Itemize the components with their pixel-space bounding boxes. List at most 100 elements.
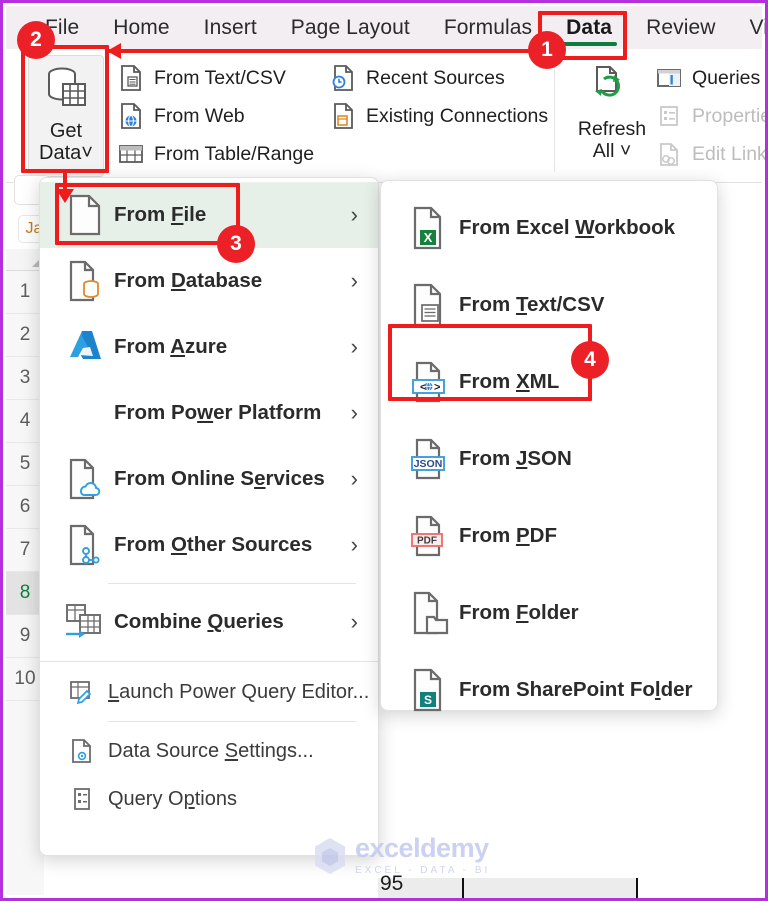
menu-item-from-azure-label: From Azure <box>114 335 228 358</box>
menu-item-from-folder[interactable]: From Folder <box>381 574 717 651</box>
menu-item-query-options[interactable]: Query Options <box>40 775 378 823</box>
menu-item-combine-queries[interactable]: Combine Queries › <box>40 589 378 655</box>
chevron-right-icon: › <box>350 466 358 491</box>
menu-item-from-excel-workbook[interactable]: X From Excel Workbook <box>381 189 717 266</box>
menu-item-from-other-sources[interactable]: From Other Sources › <box>40 512 378 578</box>
menu-item-from-sharepoint-folder-label: From SharePoint Folder <box>459 677 693 701</box>
chevron-down-icon: ˅ <box>81 142 93 165</box>
existing-connections-command[interactable]: Existing Connections <box>328 97 548 135</box>
tab-view[interactable]: Vie <box>733 15 768 40</box>
menu-item-from-text-csv[interactable]: From Text/CSV <box>381 266 717 343</box>
excel-workbook-icon: X <box>407 206 453 250</box>
menu-item-from-file[interactable]: From File › <box>40 182 378 248</box>
combine-queries-icon <box>62 601 108 643</box>
text-csv-file-icon <box>407 283 453 327</box>
web-globe-file-icon <box>116 101 146 131</box>
menu-item-from-file-label: From File <box>114 203 207 226</box>
ribbon-column-queries: Queries & Properties Edit Links <box>654 59 765 173</box>
refresh-all-label-line1: Refresh <box>577 118 647 140</box>
text-csv-file-icon <box>116 63 146 93</box>
watermark-name: exceldemy <box>355 833 489 863</box>
menu-item-data-source-settings[interactable]: Data Source Settings... <box>40 727 378 775</box>
menu-item-from-database-label: From Database <box>114 269 263 292</box>
file-cloud-icon <box>62 458 108 500</box>
menu-item-from-xml[interactable]: < > From XML <box>381 343 717 420</box>
tab-data[interactable]: Data <box>549 16 629 46</box>
chevron-right-icon: › <box>350 334 358 359</box>
svg-text:X: X <box>424 230 433 245</box>
menu-item-launch-power-query-editor[interactable]: Launch Power Query Editor... <box>40 668 378 716</box>
chevron-right-icon: › <box>350 268 358 293</box>
get-data-label-line2: Data˅ <box>39 142 93 165</box>
xml-file-icon: < > <box>407 360 453 404</box>
get-data-dropdown-menu: From File › From Database › From Azure ›… <box>39 177 379 856</box>
tab-formulas-label: Formulas <box>443 15 533 39</box>
recent-sources-label: Recent Sources <box>366 66 505 89</box>
from-web-command[interactable]: From Web <box>116 97 314 135</box>
tab-home[interactable]: Home <box>96 16 186 40</box>
excel-window: File Home Insert Page Layout Formulas Da… <box>0 0 768 901</box>
chevron-down-icon: ˅ <box>619 140 632 163</box>
menu-item-from-azure[interactable]: From Azure › <box>40 314 378 380</box>
from-text-csv-label: From Text/CSV <box>154 66 286 89</box>
menu-item-from-xml-label: From XML <box>459 369 560 393</box>
recent-sources-command[interactable]: Recent Sources <box>328 59 548 97</box>
queries-and-connections-label: Queries & <box>692 66 765 89</box>
ribbon-group-divider-1 <box>554 57 555 172</box>
get-data-button[interactable]: Get Data˅ <box>28 55 104 177</box>
tab-page-layout-label: Page Layout <box>290 15 410 39</box>
refresh-all-icon <box>586 63 638 118</box>
properties-command[interactable]: Properties <box>654 97 765 135</box>
tab-view-label: Vie <box>749 15 768 39</box>
json-file-icon: JSON <box>407 437 453 481</box>
from-text-csv-command[interactable]: From Text/CSV <box>116 59 314 97</box>
menu-item-from-sharepoint-folder[interactable]: S From SharePoint Folder <box>381 651 717 728</box>
menu-item-from-text-csv-label: From Text/CSV <box>459 292 605 316</box>
from-file-submenu: X From Excel Workbook From Text/CSV < > F… <box>380 180 718 711</box>
menu-item-combine-queries-label: Combine Queries <box>114 610 284 633</box>
annotation-badge-1: 1 <box>528 31 566 69</box>
menu-item-from-database[interactable]: From Database › <box>40 248 378 314</box>
annotation-arrowhead-1 <box>107 43 121 59</box>
annotation-arrowhead-2 <box>56 189 74 203</box>
power-query-editor-icon <box>62 677 102 707</box>
properties-label: Properties <box>692 104 765 127</box>
existing-connections-icon <box>328 101 358 131</box>
table-cell-empty[interactable] <box>464 878 638 898</box>
azure-icon <box>62 326 108 368</box>
menu-item-from-folder-label: From Folder <box>459 600 579 624</box>
tab-data-active-underline <box>561 41 618 46</box>
svg-text:>: > <box>434 381 440 393</box>
tab-page-layout[interactable]: Page Layout <box>274 16 427 40</box>
ribbon-column-get-transform-2: Recent Sources Existing Connections <box>328 59 548 135</box>
menu-item-launch-power-query-editor-label: Launch Power Query Editor... <box>108 680 370 703</box>
refresh-all-button[interactable]: Refresh All ˅ <box>572 57 652 175</box>
annotation-line-1 <box>107 49 539 53</box>
menu-item-from-json[interactable]: JSON From JSON <box>381 420 717 497</box>
menu-item-from-excel-workbook-label: From Excel Workbook <box>459 215 676 239</box>
menu-item-from-other-sources-label: From Other Sources <box>114 533 313 556</box>
table-cell-value[interactable]: 95 <box>378 872 464 898</box>
chevron-right-icon: › <box>350 532 358 557</box>
annotation-badge-4: 4 <box>571 341 609 379</box>
menu-item-from-power-platform[interactable]: From Power Platform › <box>40 380 378 446</box>
menu-item-from-power-platform-label: From Power Platform <box>114 401 322 424</box>
from-table-range-command[interactable]: From Table/Range <box>116 135 314 173</box>
from-web-label: From Web <box>154 104 245 127</box>
existing-connections-label: Existing Connections <box>366 104 549 127</box>
edit-links-command[interactable]: Edit Links <box>654 135 765 173</box>
queries-and-connections-command[interactable]: Queries & <box>654 59 765 97</box>
watermark-tagline: EXCEL - DATA - BI <box>355 865 491 876</box>
menu-item-from-pdf[interactable]: PDF From PDF <box>381 497 717 574</box>
menu-item-from-online-services[interactable]: From Online Services › <box>40 446 378 512</box>
visible-cell-row-fragment: 95 <box>378 872 638 898</box>
ribbon-column-get-transform-1: From Text/CSV From Web From Table/Range <box>116 59 314 173</box>
queries-pane-icon <box>654 63 684 93</box>
tab-review[interactable]: Review <box>629 16 732 40</box>
exceldemy-watermark: exceldemy EXCEL - DATA - BI <box>313 835 490 876</box>
tab-formulas[interactable]: Formulas <box>427 16 549 40</box>
table-range-icon <box>116 139 146 169</box>
menu-item-data-source-settings-label: Data Source Settings... <box>108 739 314 762</box>
tab-insert[interactable]: Insert <box>187 16 274 40</box>
ribbon-body: Get Data˅ From Text/CSV From Web From Ta… <box>6 49 765 240</box>
